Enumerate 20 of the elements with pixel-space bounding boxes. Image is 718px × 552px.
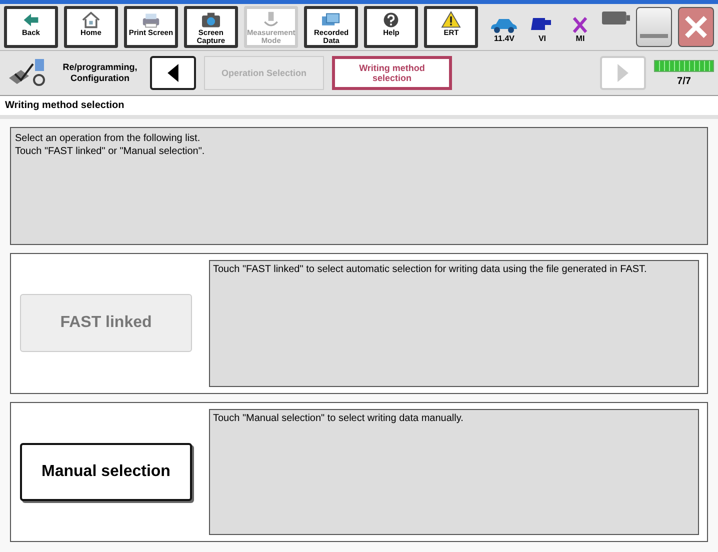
description-text: Touch "Manual selection" to select writing data manually. (213, 412, 464, 424)
breadcrumb-step[interactable]: Writing method selection (332, 56, 452, 90)
house-icon (80, 11, 102, 29)
battery-icon (602, 11, 630, 25)
warning-icon (440, 11, 462, 29)
description-text: Touch "FAST linked" to select automatic selection for writing data using the file generated in FAST. (213, 264, 647, 275)
status-label: VI (538, 34, 546, 43)
status-label: MI (576, 34, 585, 43)
instruction-text: Select an operation from the following list. (15, 132, 202, 145)
instruction-text: Touch "FAST linked" or "Manual selection". (15, 145, 206, 158)
car-icon (489, 16, 520, 34)
section-label: Re/programming, Configuration (62, 62, 138, 84)
progress-text: 7/7 (677, 76, 691, 86)
camera-icon (200, 11, 222, 29)
back-button[interactable] (150, 56, 196, 90)
minimize-button[interactable] (636, 7, 672, 47)
status-label: 11.4V (494, 34, 514, 43)
page-title: Writing method selection (0, 96, 718, 119)
close-button[interactable] (678, 7, 714, 47)
option-button[interactable]: Manual selection (20, 442, 192, 501)
